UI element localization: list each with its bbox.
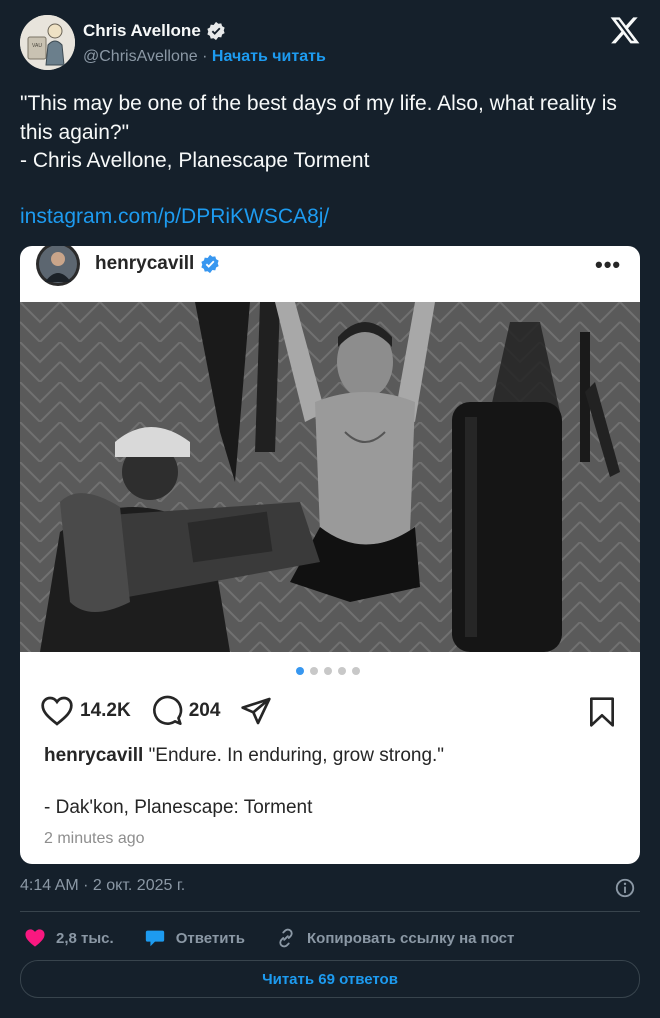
carousel-dot[interactable] bbox=[296, 667, 304, 675]
tweet-timestamp[interactable]: 4:14 AM · 2 окт. 2025 г. bbox=[20, 877, 185, 895]
caption-line-2: - Dak'kon, Planescape: Torment bbox=[44, 797, 313, 818]
caption-username[interactable]: henrycavill bbox=[44, 745, 143, 766]
instagram-embed-card[interactable]: henrycavill ••• 14.2K 204 henrycavill "E… bbox=[20, 246, 640, 864]
svg-text:VAU: VAU bbox=[32, 43, 42, 49]
info-icon[interactable] bbox=[614, 877, 636, 899]
instagram-actions: 14.2K 204 bbox=[40, 694, 292, 728]
carousel-dot[interactable] bbox=[352, 667, 360, 675]
engagement-bar: 2,8 тыс. Ответить Копировать ссылку на п… bbox=[24, 926, 544, 950]
reply-bubble-icon bbox=[145, 930, 164, 947]
verified-badge-icon bbox=[207, 21, 225, 41]
like-button[interactable]: 14.2K bbox=[40, 696, 131, 726]
caption-text: "Endure. In enduring, grow strong." bbox=[148, 745, 445, 766]
instagram-photo[interactable] bbox=[20, 302, 640, 652]
author-avatar[interactable]: VAU bbox=[20, 15, 75, 70]
carousel-dot[interactable] bbox=[338, 667, 346, 675]
instagram-verified-icon bbox=[201, 254, 219, 274]
share-button[interactable] bbox=[240, 695, 272, 727]
like-count: 14.2K bbox=[80, 700, 131, 721]
handle-separator: · bbox=[202, 48, 208, 65]
follow-button[interactable]: Начать читать bbox=[212, 48, 326, 65]
instagram-avatar[interactable] bbox=[35, 246, 82, 288]
heart-filled-icon bbox=[25, 929, 45, 947]
more-options-icon[interactable]: ••• bbox=[595, 252, 621, 278]
instagram-timestamp: 2 minutes ago bbox=[44, 830, 145, 847]
reply-button[interactable]: Ответить bbox=[144, 927, 245, 949]
like-stat-count: 2,8 тыс. bbox=[56, 929, 114, 947]
comment-button[interactable]: 204 bbox=[151, 695, 221, 727]
tweet-text: "This may be one of the best days of my … bbox=[20, 90, 630, 176]
link-icon bbox=[279, 928, 293, 948]
author-handle[interactable]: @ChrisAvellone bbox=[83, 48, 198, 65]
instagram-username[interactable]: henrycavill bbox=[95, 253, 194, 275]
instagram-caption: henrycavill "Endure. In enduring, grow s… bbox=[44, 744, 624, 768]
share-icon bbox=[241, 697, 272, 725]
tweet-text-line-1: "This may be one of the best days of my … bbox=[20, 92, 617, 144]
carousel-dot[interactable] bbox=[310, 667, 318, 675]
heart-icon bbox=[41, 696, 73, 726]
read-replies-button[interactable]: Читать 69 ответов bbox=[20, 960, 640, 998]
carousel-dots bbox=[296, 667, 360, 675]
copy-link-button[interactable]: Копировать ссылку на пост bbox=[275, 927, 514, 949]
divider bbox=[20, 911, 640, 912]
comment-icon bbox=[152, 695, 182, 725]
x-logo-icon[interactable] bbox=[609, 14, 641, 46]
tweet-embed: VAU Chris Avellone @ChrisAvellone · Нача… bbox=[0, 0, 660, 1018]
author-name-row: Chris Avellone bbox=[83, 21, 226, 41]
tweet-link[interactable]: instagram.com/p/DPRiKWSCA8j/ bbox=[20, 205, 329, 229]
carousel-dot[interactable] bbox=[324, 667, 332, 675]
bookmark-icon[interactable] bbox=[588, 696, 616, 728]
tweet-text-line-2: - Chris Avellone, Planescape Torment bbox=[20, 149, 370, 172]
copy-link-label: Копировать ссылку на пост bbox=[307, 929, 515, 947]
author-name[interactable]: Chris Avellone bbox=[83, 21, 201, 41]
reply-label: Ответить bbox=[175, 929, 246, 947]
like-stat[interactable]: 2,8 тыс. bbox=[24, 928, 114, 948]
author-handle-row: @ChrisAvellone · Начать читать bbox=[83, 48, 326, 66]
instagram-user-row: henrycavill bbox=[95, 253, 220, 275]
comment-count: 204 bbox=[188, 700, 221, 721]
